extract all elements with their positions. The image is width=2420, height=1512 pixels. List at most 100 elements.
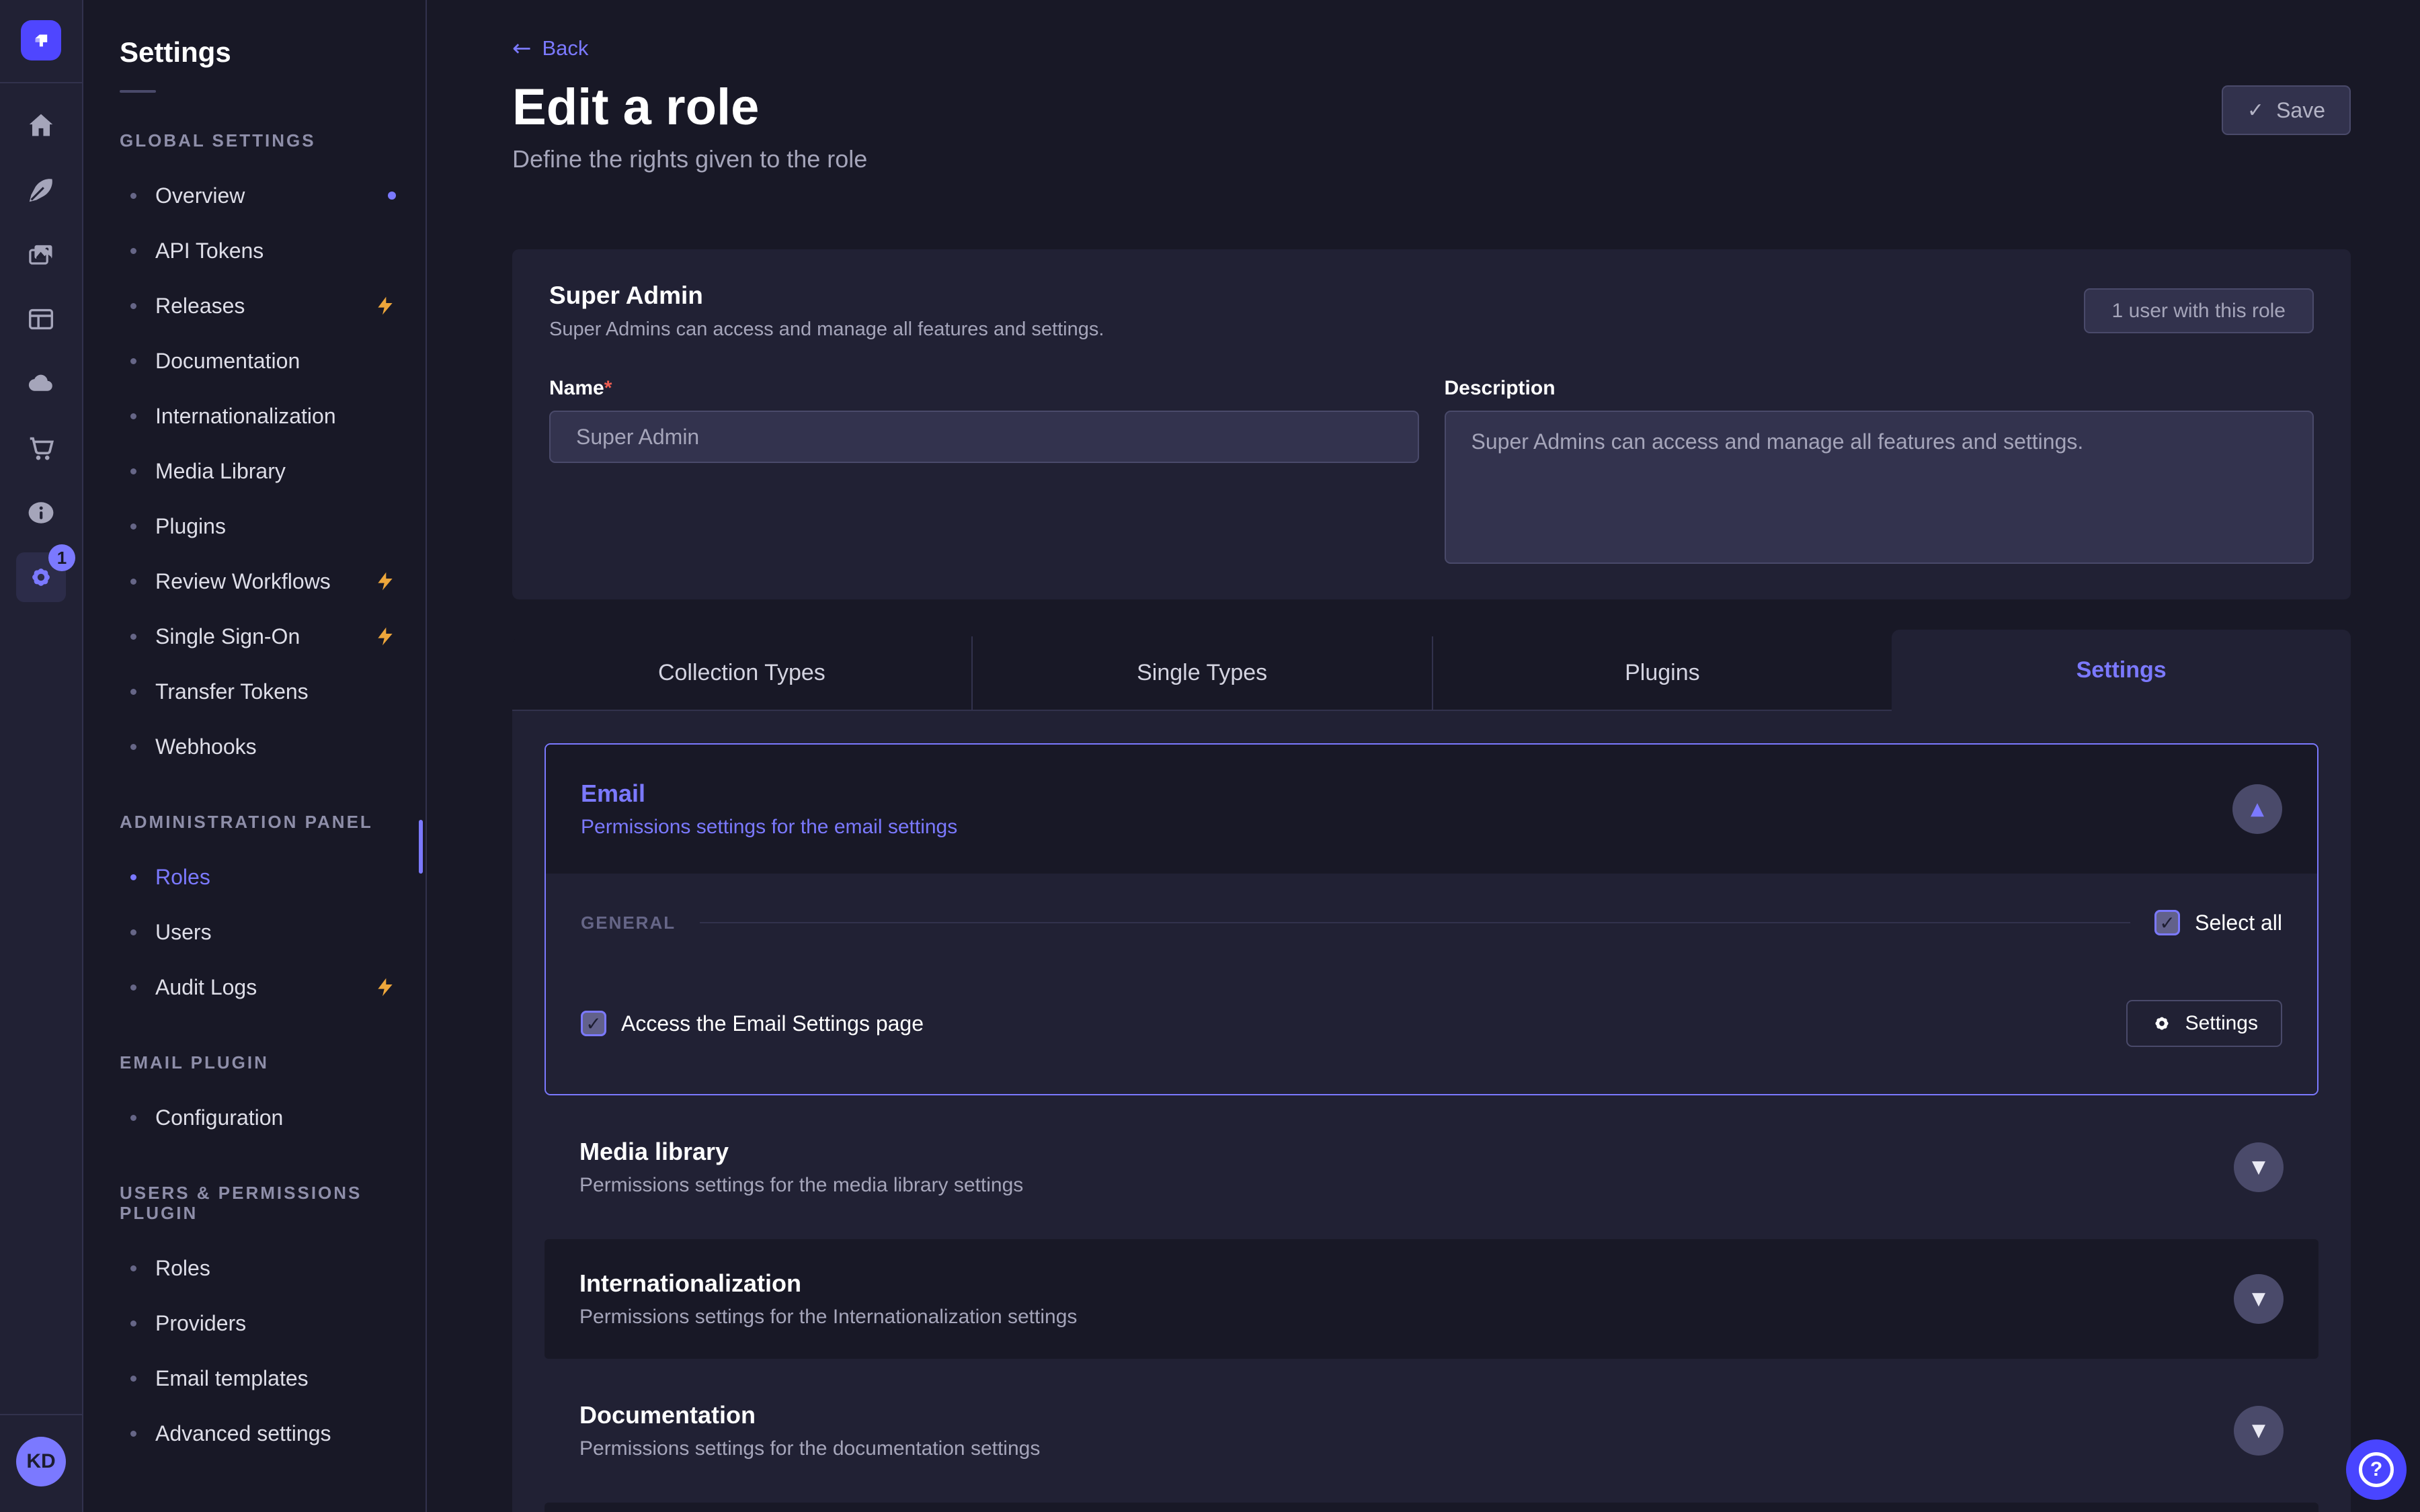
section-heading: ADMINISTRATION PANEL xyxy=(120,812,389,832)
sidebar-item-users[interactable]: Users xyxy=(83,905,426,960)
save-label: Save xyxy=(2276,98,2325,123)
email-settings-label: Settings xyxy=(2185,1012,2258,1035)
tabs-bar: Collection TypesSingle TypesPluginsSetti… xyxy=(512,636,2351,711)
sidebar-item-documentation[interactable]: Documentation xyxy=(83,333,426,388)
accordion-media-library[interactable]: Media libraryPermissions settings for th… xyxy=(544,1107,2318,1227)
bullet-icon xyxy=(130,689,136,695)
sidebar-item-review-workflows[interactable]: Review Workflows xyxy=(83,554,426,609)
sidebar-item-overview[interactable]: Overview xyxy=(83,168,426,223)
chevron-up-icon: ▲ xyxy=(2251,799,2264,819)
back-label: Back xyxy=(542,36,589,60)
subnav-scrollbar[interactable] xyxy=(419,820,423,874)
sidebar-item-label: Review Workflows xyxy=(155,569,331,594)
tab-collection-types[interactable]: Collection Types xyxy=(512,636,971,710)
lightning-icon xyxy=(374,571,396,592)
sidebar-item-plugins[interactable]: Plugins xyxy=(83,499,426,554)
role-title: Super Admin xyxy=(549,282,2314,310)
sidebar-item-label: Media Library xyxy=(155,459,286,484)
cloud-icon[interactable] xyxy=(16,359,66,409)
media-library-icon[interactable] xyxy=(16,230,66,280)
home-icon[interactable] xyxy=(16,101,66,151)
sidebar-item-internationalization[interactable]: Internationalization xyxy=(83,388,426,444)
rail-bottom: KD xyxy=(0,1414,82,1512)
settings-icon[interactable]: 1 xyxy=(16,552,66,602)
sidebar-item-roles[interactable]: Roles xyxy=(83,1241,426,1296)
access-row: Access the Email Settings page Settings xyxy=(581,1000,2282,1047)
strapi-logo[interactable] xyxy=(21,20,61,60)
sidebar-item-label: Email templates xyxy=(155,1366,309,1391)
name-label: Name* xyxy=(549,377,1419,400)
tab-single-types[interactable]: Single Types xyxy=(971,636,1432,710)
bullet-icon xyxy=(130,874,136,880)
back-link[interactable]: ← Back xyxy=(512,0,588,62)
select-all-checkbox[interactable] xyxy=(2154,910,2180,935)
sidebar-item-webhooks[interactable]: Webhooks xyxy=(83,719,426,774)
bullet-icon xyxy=(130,248,136,254)
sidebar-item-label: API Tokens xyxy=(155,239,264,263)
expand-button[interactable]: ▼ xyxy=(2234,1142,2284,1192)
expand-button[interactable]: ▼ xyxy=(2234,1274,2284,1324)
general-row: GENERAL Select all xyxy=(581,910,2282,935)
sidebar-item-label: Internationalization xyxy=(155,404,336,429)
bullet-icon xyxy=(130,193,136,199)
sidebar-item-api-tokens[interactable]: API Tokens xyxy=(83,223,426,278)
bullet-icon xyxy=(130,1431,136,1437)
sidebar-item-configuration[interactable]: Configuration xyxy=(83,1090,426,1145)
save-button[interactable]: ✓ Save xyxy=(2222,85,2351,135)
bullet-icon xyxy=(130,634,136,640)
sidebar-item-advanced-settings[interactable]: Advanced settings xyxy=(83,1406,426,1461)
accordion-title: Media library xyxy=(579,1138,1023,1166)
page-title: Edit a role xyxy=(512,81,2351,134)
collapse-button[interactable]: ▲ xyxy=(2232,784,2282,834)
name-input[interactable] xyxy=(549,411,1419,463)
sidebar-item-media-library[interactable]: Media Library xyxy=(83,444,426,499)
sidebar-item-label: Overview xyxy=(155,183,245,208)
email-settings-button[interactable]: Settings xyxy=(2126,1000,2282,1047)
accordion-documentation[interactable]: Documentation Permissions settings for th… xyxy=(544,1371,2318,1490)
access-checkbox[interactable] xyxy=(581,1011,606,1036)
lightning-icon xyxy=(374,295,396,317)
info-icon[interactable] xyxy=(16,488,66,538)
accordion-internationalization[interactable]: InternationalizationPermissions settings… xyxy=(544,1239,2318,1359)
accordion-subtitle: Permissions settings for the Internation… xyxy=(579,1306,1077,1329)
help-button[interactable]: ? xyxy=(2346,1439,2407,1500)
accordion-email-body: GENERAL Select all Access the Email Sett… xyxy=(546,874,2317,1094)
sidebar-item-roles[interactable]: Roles xyxy=(83,849,426,905)
description-textarea[interactable]: Super Admins can access and manage all f… xyxy=(1445,411,2314,564)
access-label: Access the Email Settings page xyxy=(621,1011,924,1036)
accordion-plugins-and-marketplace[interactable]: Plugins and marketplace▼ xyxy=(544,1503,2318,1512)
description-label: Description xyxy=(1445,377,2314,400)
sidebar-item-providers[interactable]: Providers xyxy=(83,1296,426,1351)
select-all-row: Select all xyxy=(2154,910,2282,935)
sidebar-item-releases[interactable]: Releases xyxy=(83,278,426,333)
section-heading: USERS & PERMISSIONS PLUGIN xyxy=(120,1183,389,1223)
accordion-subtitle: Permissions settings for the documentati… xyxy=(579,1437,1040,1460)
sidebar-item-single-sign-on[interactable]: Single Sign-On xyxy=(83,609,426,664)
marketplace-icon[interactable] xyxy=(16,423,66,473)
tab-settings[interactable]: Settings xyxy=(1892,630,2351,711)
sidebar-item-transfer-tokens[interactable]: Transfer Tokens xyxy=(83,664,426,719)
general-divider xyxy=(700,922,2130,923)
avatar[interactable]: KD xyxy=(16,1437,66,1486)
accordion-email-header[interactable]: Email Permissions settings for the email… xyxy=(546,745,2317,874)
tab-plugins[interactable]: Plugins xyxy=(1432,636,1892,710)
users-with-role-button[interactable]: 1 user with this role xyxy=(2084,288,2314,333)
content-manager-icon[interactable] xyxy=(16,165,66,215)
bullet-icon xyxy=(130,1376,136,1382)
sidebar-item-audit-logs[interactable]: Audit Logs xyxy=(83,960,426,1015)
bullet-icon xyxy=(130,579,136,585)
sidebar-item-email-templates[interactable]: Email templates xyxy=(83,1351,426,1406)
accordion-title: Documentation xyxy=(579,1401,1040,1429)
chevron-down-icon: ▼ xyxy=(2252,1421,2265,1441)
content-type-builder-icon[interactable] xyxy=(16,294,66,344)
tab-panel: Email Permissions settings for the email… xyxy=(512,711,2351,1512)
check-icon: ✓ xyxy=(2247,99,2264,122)
rail-divider xyxy=(0,82,82,83)
expand-button[interactable]: ▼ xyxy=(2234,1406,2284,1456)
main-content: ← Back Edit a role Define the rights giv… xyxy=(427,0,2420,1512)
app-root: 1 KD Settings GLOBAL SETTINGSOverviewAPI… xyxy=(0,0,2420,1512)
chevron-down-icon: ▼ xyxy=(2252,1157,2265,1177)
bullet-icon xyxy=(130,984,136,991)
lightning-icon xyxy=(374,976,396,998)
section-heading: EMAIL PLUGIN xyxy=(120,1052,389,1073)
